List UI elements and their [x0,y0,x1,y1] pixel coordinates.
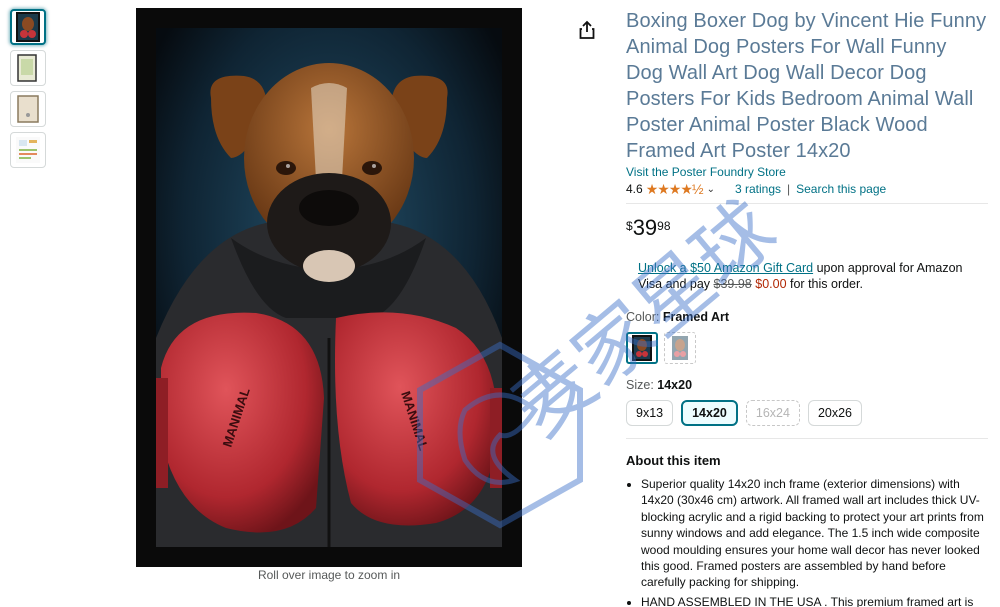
old-price: $39.98 [713,277,752,291]
size-option-16x24[interactable]: 16x24 [745,400,800,426]
gift-card-offer: Unlock a $50 Amazon Gift Card upon appro… [638,260,978,292]
about-bullets: Superior quality 14x20 inch frame (exter… [626,476,988,607]
size-label: Size: 14x20 [626,378,988,392]
thumbnail-list [10,9,46,173]
color-value: Framed Art [662,310,730,324]
search-page-link[interactable]: Search this page [796,182,886,196]
swatch-poster[interactable] [664,332,696,364]
size-option-14x20[interactable]: 14x20 [681,400,738,426]
new-price: $0.00 [755,277,787,291]
share-icon[interactable] [577,20,597,40]
price: $ 39 98 [626,216,988,240]
swatch-framed-art[interactable] [626,332,658,364]
size-value: 14x20 [657,378,693,392]
size-option-9x13[interactable]: 9x13 [626,400,674,426]
ratings-count-link[interactable]: 3 ratings [735,182,781,196]
store-link[interactable]: Visit the Poster Foundry Store [626,165,988,179]
color-label: Color: Framed Art [626,310,988,324]
thumbnail-boxer-dog[interactable] [10,9,46,45]
size-option-20x26[interactable]: 20x26 [807,400,862,426]
bullet-item: HAND ASSEMBLED IN THE USA . This premium… [641,594,988,607]
size-options: 9x13 14x20 16x24 20x26 [626,400,988,426]
chevron-down-icon[interactable]: ⌄ [707,184,715,195]
gift-text-2: for this order. [786,277,863,291]
divider [626,438,988,439]
product-title: Boxing Boxer Dog by Vincent Hie Funny An… [626,10,987,162]
price-symbol: $ [626,219,633,233]
main-product-image[interactable]: MANIMAL MANIMAL [136,8,522,567]
color-label-text: Color: [626,310,660,324]
price-whole: 39 [632,215,658,240]
separator: | [787,182,791,196]
about-heading: About this item [626,453,721,468]
product-info: Boxing Boxer Dog by Vincent Hie Funny An… [626,8,988,607]
price-fraction: 98 [657,219,671,233]
bullet-item: Superior quality 14x20 inch frame (exter… [641,476,988,591]
thumbnail-back-view[interactable] [10,91,46,127]
star-rating-icon[interactable]: ★★★★½ [646,181,704,198]
thumbnail-size-chart[interactable] [10,132,46,168]
divider [626,203,988,204]
rating-value: 4.6 [626,182,643,196]
rating-row: 4.6 ★★★★½ ⌄ 3 ratings | Search this page [626,181,988,197]
thumbnail-frame-detail[interactable] [10,50,46,86]
size-label-text: Size: [626,378,654,392]
gift-card-link[interactable]: Unlock a $50 Amazon Gift Card [638,261,813,275]
color-swatches [626,332,988,364]
zoom-hint: Roll over image to zoom in [257,568,401,582]
